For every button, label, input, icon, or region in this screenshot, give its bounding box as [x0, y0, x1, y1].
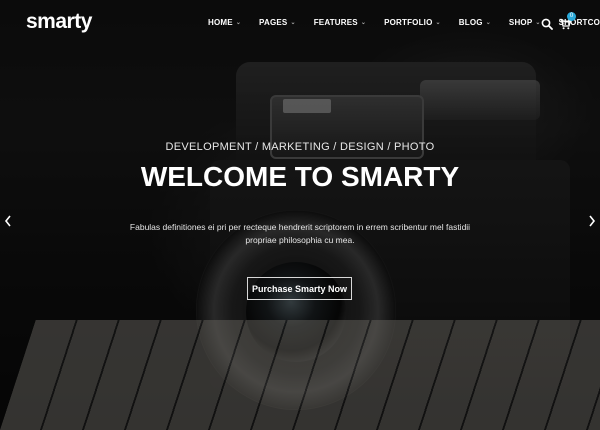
cart-count-badge: 0: [567, 12, 576, 21]
chevron-down-icon: ⌄: [435, 20, 441, 26]
nav-item-blog[interactable]: BLOG ⌄: [459, 18, 491, 27]
nav-item-portfolio[interactable]: PORTFOLIO ⌄: [384, 18, 441, 27]
nav-item-home[interactable]: HOME ⌄: [208, 18, 241, 27]
nav-item-label: PORTFOLIO: [384, 18, 433, 27]
chevron-down-icon: ⌄: [485, 20, 491, 26]
hero-headline: WELCOME TO SMARTY: [140, 161, 460, 192]
chevron-down-icon: ⌄: [360, 20, 367, 26]
nav-item-shop[interactable]: SHOP ⌄: [509, 18, 541, 27]
nav-item-pages[interactable]: PAGES ⌄: [259, 18, 296, 27]
hero-subtitle: DEVELOPMENT / MARKETING / DESIGN / PHOTO: [165, 141, 435, 153]
hero-description: Fabulas definitiones ei pri per recteque…: [129, 222, 471, 245]
nav-item-label: BLOG: [458, 18, 483, 27]
purchase-button[interactable]: Purchase Smarty Now: [247, 277, 352, 300]
nav-item-features[interactable]: FEATURES ⌄: [314, 18, 366, 27]
search-icon[interactable]: [541, 17, 553, 30]
hero-overlay: [0, 0, 600, 430]
chevron-down-icon: ⌄: [535, 20, 541, 26]
nav-item-label: FEATURES: [313, 18, 358, 27]
nav-item-label: HOME: [208, 18, 233, 27]
chevron-down-icon: ⌄: [290, 20, 296, 26]
nav-item-label: PAGES: [259, 18, 288, 27]
arrow-right-icon[interactable]: [587, 214, 597, 228]
hero-slider: [0, 0, 600, 430]
chevron-down-icon: ⌄: [235, 20, 242, 26]
site-logo[interactable]: smarty: [26, 10, 92, 34]
arrow-left-icon[interactable]: [3, 214, 13, 228]
nav-item-label: SHOP: [508, 18, 533, 27]
